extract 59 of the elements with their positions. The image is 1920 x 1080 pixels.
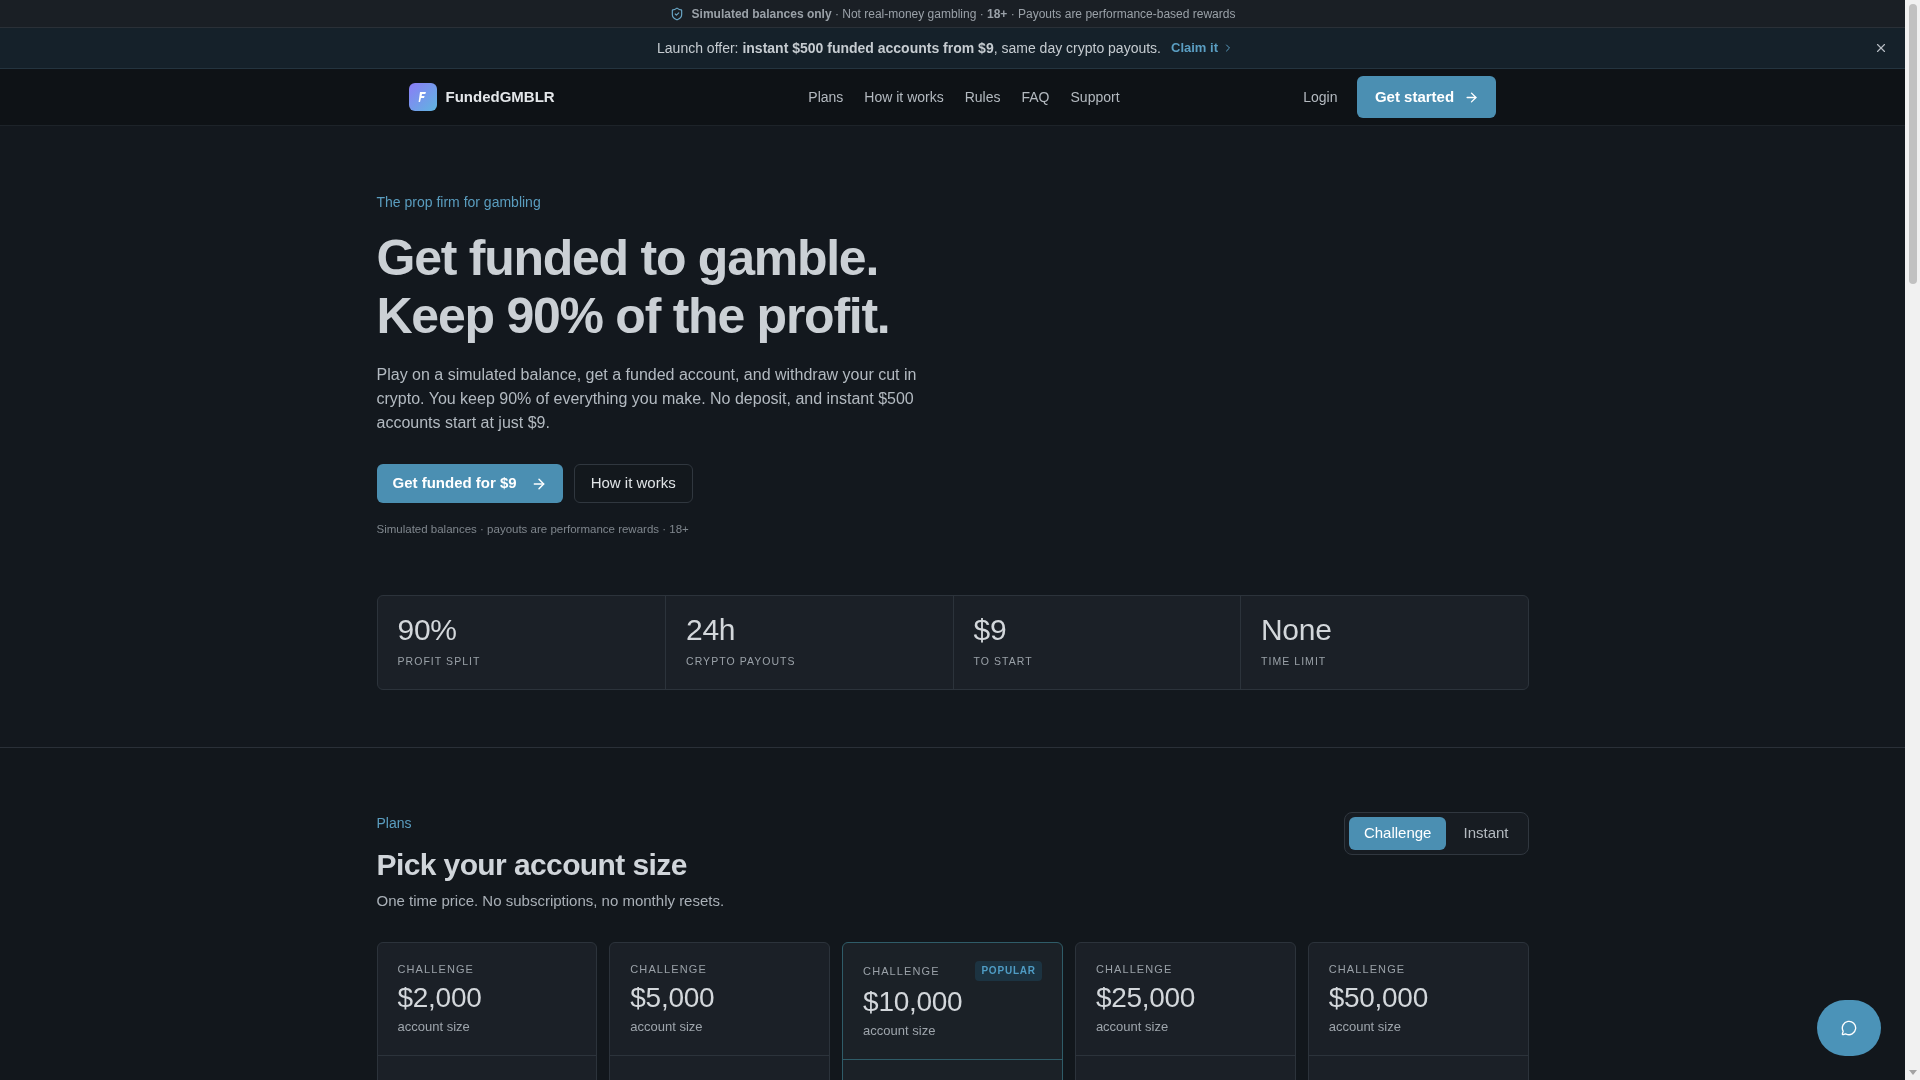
brand-name: FundedGMBLR [445,86,555,107]
offer-text: Launch offer: instant $500 funded accounts from $9, same day crypto payouts. [657,38,1161,58]
logo-icon [408,83,437,111]
hero-eyebrow: The prop firm for gambling [376,193,542,211]
plans-heading: Pick your account size [376,847,688,883]
hero-description: Play on a simulated balance, get a funded account, and withdraw your cut in crypto. You keep 90% of everything you make. No deposit, and instant $500 accounts start at just $9. [376,365,918,433]
close-icon [1874,41,1888,55]
arrow-right-icon [1464,89,1480,105]
how-it-works-button[interactable]: How it works [573,464,693,503]
stat-label: TIME LIMIT [1261,654,1328,668]
plan-caption: account size [1328,1018,1402,1036]
nav-link[interactable]: Support [1070,86,1120,108]
plan-type-label: CHALLENGE [1095,962,1173,977]
toggle-tab[interactable]: Challenge [1348,817,1447,850]
plan-card[interactable]: CHALLENGE $50,000 account size [1307,942,1529,1080]
login-link[interactable]: Login [1303,86,1338,108]
stat-label: CRYPTO PAYOUTS [686,654,797,668]
plan-type-label: CHALLENGE [630,962,707,977]
disclaimer-note: Simulated balances · payouts are performance rewards · 18+ [376,522,690,537]
nav-link[interactable]: FAQ [1021,86,1050,108]
plan-type-label: CHALLENGE [397,962,475,977]
plan-price: $50,000 [1328,981,1429,1015]
claim-link[interactable]: Claim it [1171,38,1234,58]
plan-price: $10,000 [863,985,964,1019]
stat-value: None [1261,612,1333,648]
toggle-tab[interactable]: Instant [1448,817,1524,850]
plan-type-label: CHALLENGE [863,964,940,979]
get-funded-button[interactable]: Get funded for $9 [376,464,563,503]
plan-price: $5,000 [630,981,716,1015]
plan-caption: account size [630,1018,704,1036]
nav-link[interactable]: Plans [808,86,844,108]
shield-check-icon [669,6,684,21]
plan-caption: account size [1095,1018,1170,1036]
notice-text: Simulated balances only · Not real-money gambling · 18+ · Payouts are performance-based rewards [691,5,1236,23]
nav-link[interactable]: Rules [964,86,1001,108]
stat-label: TO START [973,654,1034,668]
stat-value: 24h [686,612,737,648]
plan-card[interactable]: CHALLENGE $5,000 account size [609,942,831,1080]
stat-value: $9 [973,612,1008,648]
scrollbar-thumb[interactable] [1908,4,1917,284]
stat-value: 90% [397,612,458,648]
plan-type-label: CHALLENGE [1328,962,1406,977]
plans-eyebrow: Plans [376,814,413,832]
plan-price: $25,000 [1095,981,1197,1015]
chat-bubble-icon [1841,1020,1857,1036]
hero-heading: Get funded to gamble. Keep 90% of the profit. [376,229,891,345]
plan-price: $2,000 [397,981,483,1015]
popular-badge: POPULAR [975,961,1042,981]
scroll-down-icon[interactable] [1908,1070,1917,1075]
nav-link[interactable]: How it works [864,86,944,108]
get-started-button[interactable]: Get started [1357,76,1497,118]
plan-card[interactable]: CHALLENGE POPULAR $10,000 account size [842,942,1063,1080]
plan-card[interactable]: CHALLENGE $2,000 account size [376,942,598,1080]
plan-caption: account size [397,1018,471,1036]
plans-subtitle: One time price. No subscriptions, no monthly resets. [376,891,725,911]
stat-label: PROFIT SPLIT [397,654,482,668]
plan-caption: account size [863,1022,937,1040]
scrollbar[interactable] [1905,0,1920,1080]
plan-card[interactable]: CHALLENGE $25,000 account size [1074,942,1296,1080]
